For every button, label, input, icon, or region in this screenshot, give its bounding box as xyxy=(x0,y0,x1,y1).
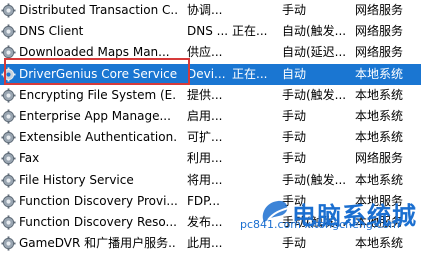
service-status: 正在... xyxy=(232,66,268,81)
service-logon-as: 网络服务 xyxy=(355,151,404,166)
service-description: DNS ... xyxy=(187,24,227,39)
gear-icon xyxy=(1,3,16,18)
service-description: Devi... xyxy=(187,66,226,81)
service-name: GameDVR 和广播用户服务... xyxy=(19,236,177,251)
service-logon-as: 本地服务 xyxy=(355,193,404,208)
service-description: 提供... xyxy=(187,87,223,102)
service-row[interactable]: Enterprise App Manage... 启用... 手动 本地系统 xyxy=(0,106,421,127)
service-row[interactable]: DNS Client DNS ... 正在... 自动(触发... 网络服务 xyxy=(0,21,421,42)
service-description: 发布... xyxy=(187,214,223,229)
service-logon-as: 本地系统 xyxy=(355,172,404,187)
service-name: Distributed Transaction C... xyxy=(19,3,177,17)
service-row-selected[interactable]: DriverGenius Core Service Devi... 正在... … xyxy=(0,63,421,85)
service-description: 将用... xyxy=(187,172,223,187)
service-name: Enterprise App Manage... xyxy=(19,108,171,123)
service-name: Fax xyxy=(19,151,40,166)
service-startup-type: 自动(延迟... xyxy=(282,45,347,60)
service-startup-type: 手动 xyxy=(282,130,307,145)
service-startup-type: 自动 xyxy=(282,66,307,81)
service-description: 启用... xyxy=(187,108,223,123)
service-logon-as: 本地服务 xyxy=(355,214,404,229)
service-logon-as: 本地系统 xyxy=(355,66,404,81)
service-logon-as: 网络服务 xyxy=(355,24,404,39)
gear-icon xyxy=(1,194,16,209)
service-description: FDP... xyxy=(187,193,220,208)
service-startup-type: 手动(触发... xyxy=(282,172,347,187)
service-row[interactable]: Distributed Transaction C... 协调... 手动 网络… xyxy=(0,0,421,21)
service-name: Function Discovery Provi... xyxy=(19,193,177,208)
service-startup-type: 手动 xyxy=(282,151,307,166)
service-startup-type: 手动 xyxy=(282,236,307,251)
gear-icon xyxy=(1,130,16,145)
service-description: 利用... xyxy=(187,151,223,166)
service-startup-type: 手动 xyxy=(282,3,307,17)
service-row[interactable]: Fax 利用... 手动 网络服务 xyxy=(0,148,421,169)
service-name: Downloaded Maps Man... xyxy=(19,45,170,60)
service-row[interactable]: Function Discovery Reso... 发布... 手动(触发..… xyxy=(0,212,421,233)
gear-icon xyxy=(1,67,16,82)
service-startup-type: 手动(触发... xyxy=(282,87,347,102)
gear-icon xyxy=(1,172,16,188)
service-name: Encrypting File System (E... xyxy=(19,87,177,102)
service-name: File History Service xyxy=(19,172,134,187)
service-name: Extensible Authentication... xyxy=(19,130,177,145)
service-logon-as: 本地系统 xyxy=(355,108,404,123)
service-description: 可扩... xyxy=(187,130,223,145)
service-description: 此用... xyxy=(187,236,223,251)
service-logon-as: 本地系统 xyxy=(355,130,404,145)
gear-icon xyxy=(1,151,16,166)
gear-icon xyxy=(1,236,16,251)
service-row[interactable]: GameDVR 和广播用户服务... 此用... 手动 本地系统 xyxy=(0,233,421,254)
service-logon-as: 网络服务 xyxy=(355,45,404,60)
service-logon-as: 本地系统 xyxy=(355,87,404,102)
service-logon-as: 网络服务 xyxy=(355,3,404,17)
services-list: Distributed Transaction C... 协调... 手动 网络… xyxy=(0,0,421,254)
service-startup-type: 手动 xyxy=(282,108,307,123)
service-startup-type: 自动(触发... xyxy=(282,24,347,39)
service-logon-as: 本地系统 xyxy=(355,236,404,251)
gear-icon xyxy=(1,88,16,103)
service-name: DNS Client xyxy=(19,24,84,39)
service-description: 供应... xyxy=(187,45,223,60)
service-name: Function Discovery Reso... xyxy=(19,214,177,229)
gear-icon xyxy=(1,24,16,39)
gear-icon xyxy=(1,45,16,60)
service-startup-type: 手动 xyxy=(282,193,307,208)
gear-icon xyxy=(1,109,16,124)
service-row[interactable]: File History Service 将用... 手动(触发... 本地系统 xyxy=(0,170,421,191)
gear-icon xyxy=(1,215,16,230)
service-row[interactable]: Downloaded Maps Man... 供应... 自动(延迟... 网络… xyxy=(0,42,421,63)
service-row[interactable]: Encrypting File System (E... 提供... 手动(触发… xyxy=(0,85,421,106)
service-row[interactable]: Extensible Authentication... 可扩... 手动 本地… xyxy=(0,127,421,148)
service-startup-type: 手动(触发... xyxy=(282,214,347,229)
service-name: DriverGenius Core Service xyxy=(19,66,177,81)
service-description: 协调... xyxy=(187,3,223,17)
service-row[interactable]: Function Discovery Provi... FDP... 手动 本地… xyxy=(0,191,421,212)
service-status: 正在... xyxy=(232,24,268,39)
